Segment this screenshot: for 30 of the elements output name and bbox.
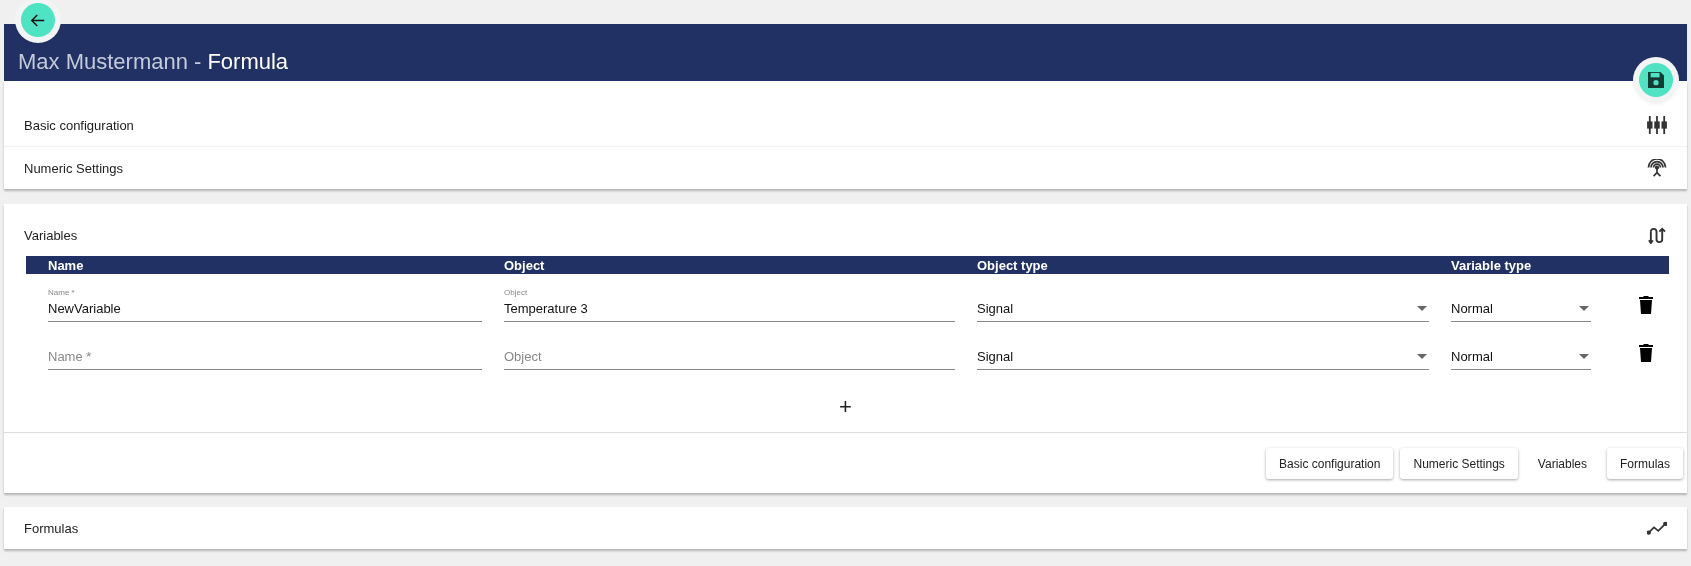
caret-icon — [1579, 354, 1589, 359]
section-title: Variables — [24, 227, 78, 243]
line-chart-icon — [1647, 519, 1667, 537]
section-button[interactable]: Basic configuration — [1266, 448, 1394, 479]
text-field[interactable]: Name * — [48, 332, 482, 370]
add-button[interactable]: + — [833, 394, 858, 420]
section-row[interactable]: Numeric Settings — [4, 146, 1687, 189]
delete-icon[interactable] — [1639, 296, 1653, 314]
text-field[interactable]: Object — [504, 332, 955, 370]
caret-icon — [1417, 306, 1427, 311]
caret-icon — [1579, 306, 1589, 311]
section-row[interactable]: Basic configuration — [4, 104, 1687, 146]
dropdown[interactable]: Signal — [977, 332, 1429, 370]
section-row[interactable]: Formulas — [4, 507, 1687, 549]
caret-icon — [1417, 354, 1427, 359]
dropdown[interactable]: Signal — [977, 284, 1429, 322]
sliders-icon — [1647, 116, 1667, 134]
dropdown[interactable]: Normal — [1451, 284, 1591, 322]
table-header: Name Object Object type Variable type — [26, 256, 1669, 274]
text-field[interactable]: Name * NewVariable — [48, 284, 482, 322]
text-field[interactable]: Object Temperature 3 — [504, 284, 955, 322]
swap-icon — [1647, 226, 1667, 244]
page-title: Formula — [207, 49, 289, 75]
back-arrow-icon — [31, 13, 45, 27]
delete-icon[interactable] — [1639, 344, 1653, 362]
dropdown[interactable]: Normal — [1451, 332, 1591, 370]
owner-name: Max Mustermann - — [18, 49, 202, 75]
antenna-icon — [1647, 159, 1667, 177]
section-button[interactable]: Formulas — [1607, 448, 1683, 479]
section-button[interactable]: Numeric Settings — [1400, 448, 1518, 479]
